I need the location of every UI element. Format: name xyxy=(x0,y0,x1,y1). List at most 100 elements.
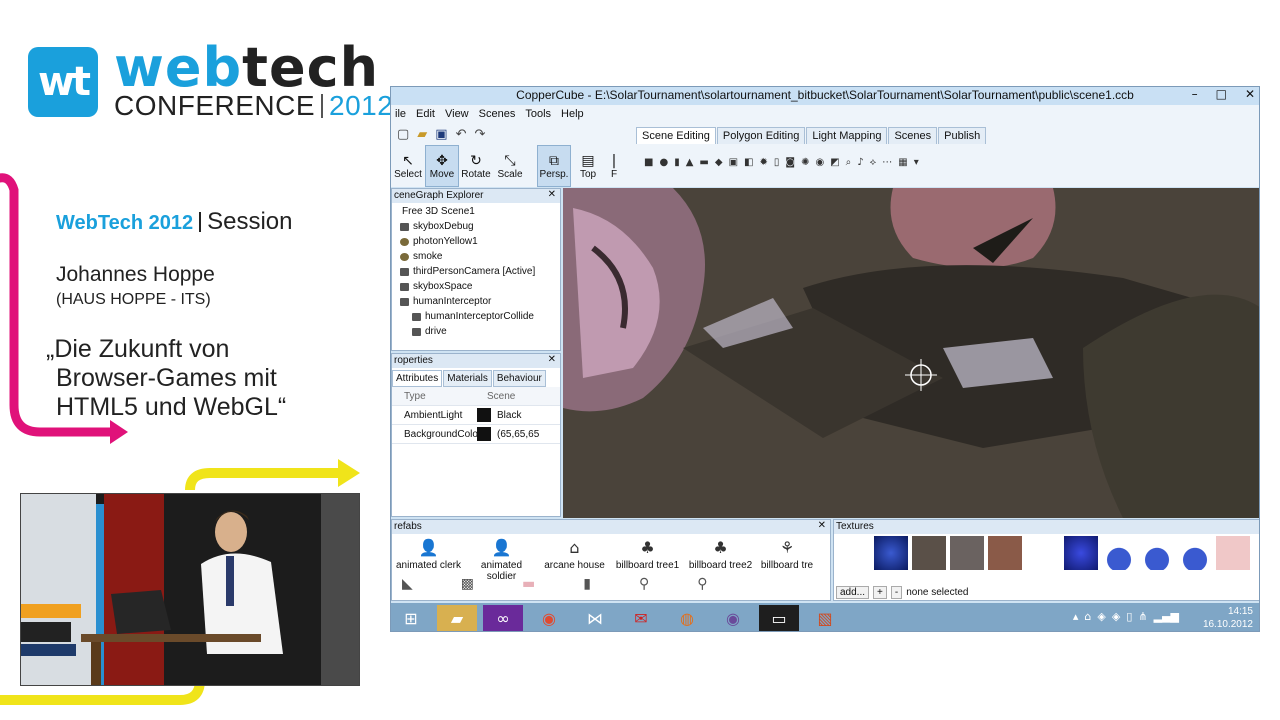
zoom-in-button[interactable]: + xyxy=(873,586,887,599)
terrain-node-icon[interactable]: ◧ xyxy=(744,157,753,168)
top-view-button[interactable]: ▤ Top xyxy=(571,145,605,187)
texture-thumbnail[interactable] xyxy=(950,536,984,570)
texture-thumbnail[interactable] xyxy=(874,536,908,570)
texture-thumbnail[interactable] xyxy=(1026,536,1060,570)
tab-polygon-editing[interactable]: Polygon Editing xyxy=(716,127,806,144)
particle-node-icon[interactable]: ✺ xyxy=(801,157,809,168)
more-dropdown-icon[interactable]: ▾ xyxy=(914,157,919,168)
tree-item-drive[interactable]: drive xyxy=(396,324,560,339)
gmail-icon[interactable]: ✉ xyxy=(621,605,661,631)
billboard-node-icon[interactable]: ▯ xyxy=(774,157,780,168)
property-row-backgroundcolor[interactable]: BackgroundColor (65,65,65 xyxy=(392,425,560,444)
close-button[interactable]: ✕ xyxy=(1245,87,1255,105)
texture-thumbnail[interactable] xyxy=(988,536,1022,570)
tree-item-smoke[interactable]: smoke xyxy=(396,249,560,264)
camera-node-icon[interactable]: ◙ xyxy=(785,157,795,168)
chrome-icon[interactable]: ◉ xyxy=(529,605,569,631)
tab-scene-editing[interactable]: Scene Editing xyxy=(636,127,716,144)
rotate-tool-button[interactable]: ↻ Rotate xyxy=(459,145,493,187)
menu-view[interactable]: View xyxy=(445,108,469,120)
texture-thumbnail[interactable] xyxy=(1064,536,1098,570)
powerpoint-icon[interactable]: ▧ xyxy=(805,605,845,631)
texture-thumbnail[interactable] xyxy=(1140,536,1174,570)
select-tool-button[interactable]: ↖ Select xyxy=(391,145,425,187)
maximize-button[interactable]: □ xyxy=(1216,87,1227,105)
tray-arrow-icon[interactable]: ▴ xyxy=(1073,610,1079,623)
cone-node-icon[interactable]: ▲ xyxy=(686,157,694,168)
color-swatch[interactable] xyxy=(477,427,491,441)
clock[interactable]: 14:15 16.10.2012 xyxy=(1203,605,1253,631)
texture-thumbnail[interactable] xyxy=(1216,536,1250,570)
search-icon[interactable]: ⌕ xyxy=(846,157,852,168)
tree-item-skyboxdebug[interactable]: skyboxDebug xyxy=(396,219,560,234)
tab-scenes[interactable]: Scenes xyxy=(888,127,938,144)
tree-item-photonyellow[interactable]: photonYellow1 xyxy=(396,234,560,249)
plane-node-icon[interactable]: ▬ xyxy=(699,157,708,168)
grid-node-icon[interactable]: ▦ xyxy=(898,157,907,168)
terminal-icon[interactable]: ▭ xyxy=(759,605,799,631)
texture-thumbnail[interactable] xyxy=(912,536,946,570)
prefab-thumbnail-icon[interactable]: ▩ xyxy=(461,576,474,592)
menu-edit[interactable]: Edit xyxy=(416,108,435,120)
media-player-icon[interactable]: ◉ xyxy=(713,605,753,631)
property-row-ambientlight[interactable]: AmbientLight Black xyxy=(392,406,560,425)
app-tray-icon[interactable]: ◈ xyxy=(1112,610,1120,623)
undo-icon[interactable]: ↶ xyxy=(456,127,467,142)
menu-help[interactable]: Help xyxy=(561,108,584,120)
menu-tools[interactable]: Tools xyxy=(525,108,551,120)
lock-icon[interactable]: ⌂ xyxy=(1084,610,1091,623)
usb-icon[interactable]: ⋔ xyxy=(1138,610,1147,623)
prefab-thumbnail-icon[interactable]: ⚲ xyxy=(697,576,707,592)
connect-node-icon[interactable]: ⋯ xyxy=(882,157,892,168)
perspective-view-button[interactable]: ⧉ Persp. xyxy=(537,145,571,187)
zoom-out-button[interactable]: - xyxy=(890,586,903,599)
close-icon[interactable]: ✕ xyxy=(548,354,556,365)
visual-studio-icon[interactable]: ∞ xyxy=(483,605,523,631)
app-icon[interactable]: ⋈ xyxy=(575,605,615,631)
tab-publish[interactable]: Publish xyxy=(938,127,987,144)
move-tool-button[interactable]: ✥ Move xyxy=(425,145,459,187)
new-file-icon[interactable]: ▢ xyxy=(397,127,409,142)
battery-icon[interactable]: ▯ xyxy=(1126,610,1132,623)
tab-materials[interactable]: Materials xyxy=(443,370,492,387)
sound-node-icon[interactable]: ♪ xyxy=(857,157,863,168)
signal-icon[interactable]: ▂▄▆ xyxy=(1154,610,1179,623)
close-icon[interactable]: ✕ xyxy=(548,189,556,200)
cylinder-node-icon[interactable]: ▮ xyxy=(674,157,680,168)
sphere-node-icon[interactable]: ● xyxy=(659,157,668,168)
menu-scenes[interactable]: Scenes xyxy=(479,108,516,120)
tree-item-humaninterceptor[interactable]: humanInterceptor xyxy=(396,294,560,309)
texture-thumbnail[interactable] xyxy=(1102,536,1136,570)
light-node-icon[interactable]: ✹ xyxy=(759,157,767,168)
tree-item-skyboxspace[interactable]: skyboxSpace xyxy=(396,279,560,294)
mesh-node-icon[interactable]: ◆ xyxy=(715,157,723,168)
menu-file[interactable]: ile xyxy=(395,108,406,120)
skybox-node-icon[interactable]: ▣ xyxy=(729,157,738,168)
tree-item-root[interactable]: Free 3D Scene1 xyxy=(396,204,560,219)
tree-item-collide[interactable]: humanInterceptorCollide xyxy=(396,309,560,324)
windows-start-icon[interactable]: ⊞ xyxy=(391,605,431,631)
prefab-thumbnail-icon[interactable]: ▬ xyxy=(522,576,535,592)
water-node-icon[interactable]: ◉ xyxy=(815,157,824,168)
tab-behaviour[interactable]: Behaviour xyxy=(492,370,546,387)
cube-node-icon[interactable]: ■ xyxy=(644,157,653,168)
tab-light-mapping[interactable]: Light Mapping xyxy=(806,127,888,144)
texture-thumbnail[interactable] xyxy=(1178,536,1212,570)
scale-tool-button[interactable]: ⤡ Scale xyxy=(493,145,527,187)
prefab-thumbnail-icon[interactable]: ▮ xyxy=(583,576,591,592)
redo-icon[interactable]: ↷ xyxy=(475,127,486,142)
anim-node-icon[interactable]: ⟡ xyxy=(870,157,877,168)
prefab-thumbnail-icon[interactable]: ◣ xyxy=(402,576,413,592)
save-icon[interactable]: ▣ xyxy=(435,127,447,142)
prefab-thumbnail-icon[interactable]: ⚲ xyxy=(639,576,649,592)
3d-viewport[interactable] xyxy=(563,188,1259,518)
network-app-icon[interactable]: ◈ xyxy=(1097,610,1105,623)
front-view-button[interactable]: | F xyxy=(605,145,623,187)
close-icon[interactable]: ✕ xyxy=(818,520,826,531)
tree-item-camera[interactable]: thirdPersonCamera [Active] xyxy=(396,264,560,279)
add-texture-button[interactable]: add... xyxy=(836,586,870,599)
file-explorer-icon[interactable]: ▰ xyxy=(437,605,477,631)
firefox-icon[interactable]: ◍ xyxy=(667,605,707,631)
prefab-item[interactable]: ⚘ billboard tre xyxy=(757,536,817,582)
open-folder-icon[interactable]: ▰ xyxy=(417,127,427,142)
